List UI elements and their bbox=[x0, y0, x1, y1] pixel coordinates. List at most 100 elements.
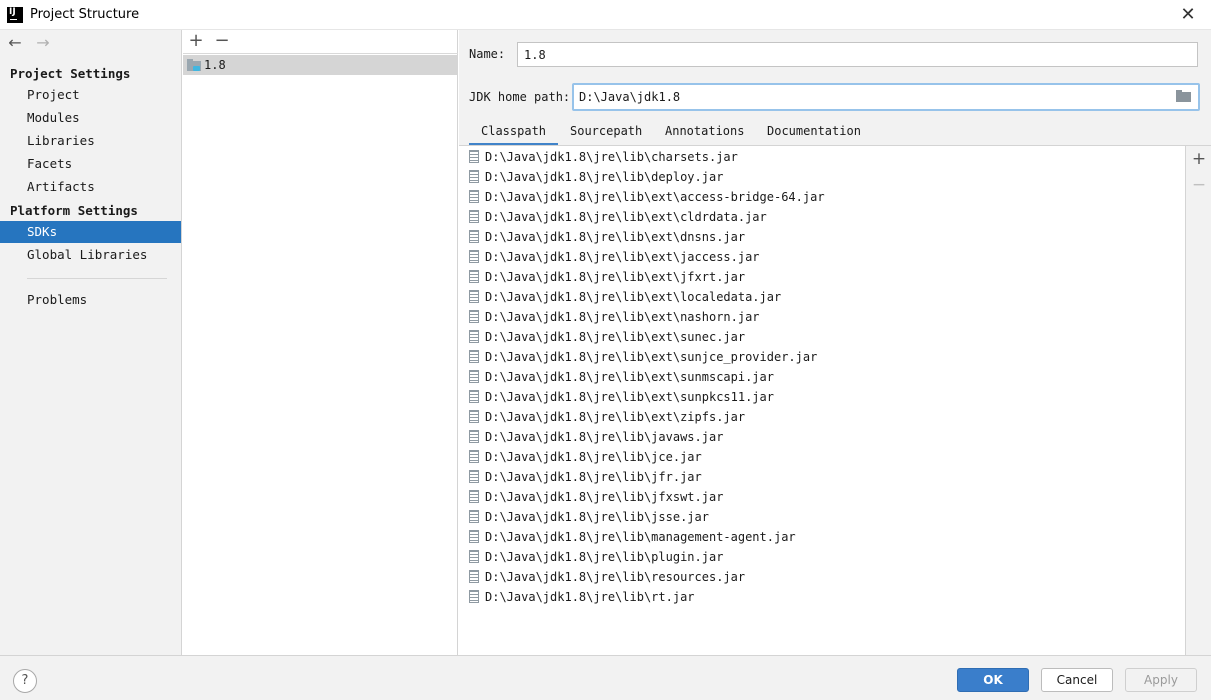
classpath-row[interactable]: D:\Java\jdk1.8\jre\lib\charsets.jar bbox=[459, 147, 1186, 167]
jar-file-icon bbox=[469, 190, 479, 203]
classpath-row[interactable]: D:\Java\jdk1.8\jre\lib\ext\jaccess.jar bbox=[459, 247, 1186, 267]
jar-file-icon bbox=[469, 450, 479, 463]
sidebar-item-sdks[interactable]: SDKs bbox=[0, 221, 181, 243]
sdk-detail-panel: Name: JDK home path: Classpath Sourcepat… bbox=[459, 30, 1211, 655]
classpath-entry-text: D:\Java\jdk1.8\jre\lib\plugin.jar bbox=[485, 550, 724, 564]
classpath-entry-text: D:\Java\jdk1.8\jre\lib\ext\sunmscapi.jar bbox=[485, 370, 774, 384]
classpath-row[interactable]: D:\Java\jdk1.8\jre\lib\resources.jar bbox=[459, 567, 1186, 587]
sidebar-item-problems[interactable]: Problems bbox=[0, 289, 181, 311]
sidebar-divider bbox=[27, 278, 167, 279]
apply-button[interactable]: Apply bbox=[1125, 668, 1197, 692]
jar-file-icon bbox=[469, 250, 479, 263]
jar-file-icon bbox=[469, 230, 479, 243]
jar-file-icon bbox=[469, 530, 479, 543]
arrow-left-icon[interactable]: ← bbox=[6, 32, 24, 54]
classpath-row[interactable]: D:\Java\jdk1.8\jre\lib\javaws.jar bbox=[459, 427, 1186, 447]
classpath-entry-text: D:\Java\jdk1.8\jre\lib\ext\jaccess.jar bbox=[485, 250, 760, 264]
sdk-toolbar: + − bbox=[183, 30, 458, 54]
jar-file-icon bbox=[469, 210, 479, 223]
tab-documentation-paths[interactable]: Documentation Paths bbox=[755, 120, 873, 160]
jar-file-icon bbox=[469, 470, 479, 483]
classpath-entry-text: D:\Java\jdk1.8\jre\lib\rt.jar bbox=[485, 590, 695, 604]
remove-sdk-button[interactable]: − bbox=[212, 31, 232, 53]
sdk-list-panel: + − 1.8 bbox=[183, 30, 458, 655]
classpath-entry-text: D:\Java\jdk1.8\jre\lib\ext\zipfs.jar bbox=[485, 410, 746, 424]
close-icon[interactable]: ✕ bbox=[1178, 5, 1198, 25]
classpath-row[interactable]: D:\Java\jdk1.8\jre\lib\ext\nashorn.jar bbox=[459, 307, 1186, 327]
classpath-row[interactable]: D:\Java\jdk1.8\jre\lib\deploy.jar bbox=[459, 167, 1186, 187]
classpath-entry-text: D:\Java\jdk1.8\jre\lib\jfr.jar bbox=[485, 470, 702, 484]
remove-path-button[interactable]: − bbox=[1189, 175, 1209, 195]
title-bar: IJ Project Structure ✕ bbox=[0, 0, 1211, 30]
classpath-entry-text: D:\Java\jdk1.8\jre\lib\ext\localedata.ja… bbox=[485, 290, 782, 304]
jar-file-icon bbox=[469, 510, 479, 523]
classpath-row[interactable]: D:\Java\jdk1.8\jre\lib\ext\sunpkcs11.jar bbox=[459, 387, 1186, 407]
add-path-button[interactable]: + bbox=[1189, 149, 1209, 169]
classpath-entry-text: D:\Java\jdk1.8\jre\lib\jsse.jar bbox=[485, 510, 709, 524]
classpath-row[interactable]: D:\Java\jdk1.8\jre\lib\ext\sunec.jar bbox=[459, 327, 1186, 347]
jar-file-icon bbox=[469, 570, 479, 583]
jdk-home-label: JDK home path: bbox=[469, 90, 571, 104]
classpath-entry-text: D:\Java\jdk1.8\jre\lib\javaws.jar bbox=[485, 430, 724, 444]
arrow-right-icon[interactable]: → bbox=[34, 32, 52, 54]
classpath-entry-text: D:\Java\jdk1.8\jre\lib\management-agent.… bbox=[485, 530, 796, 544]
classpath-entry-text: D:\Java\jdk1.8\jre\lib\deploy.jar bbox=[485, 170, 724, 184]
classpath-entry-text: D:\Java\jdk1.8\jre\lib\ext\sunpkcs11.jar bbox=[485, 390, 774, 404]
classpath-entry-text: D:\Java\jdk1.8\jre\lib\ext\dnsns.jar bbox=[485, 230, 746, 244]
classpath-row[interactable]: D:\Java\jdk1.8\jre\lib\ext\sunjce_provid… bbox=[459, 347, 1186, 367]
jar-file-icon bbox=[469, 490, 479, 503]
sidebar-item-libraries[interactable]: Libraries bbox=[0, 130, 181, 152]
name-label: Name: bbox=[469, 47, 506, 61]
tab-sourcepath[interactable]: Sourcepath bbox=[558, 120, 654, 146]
classpath-entry-text: D:\Java\jdk1.8\jre\lib\resources.jar bbox=[485, 570, 746, 584]
classpath-row[interactable]: D:\Java\jdk1.8\jre\lib\rt.jar bbox=[459, 587, 1186, 607]
sidebar-item-artifacts[interactable]: Artifacts bbox=[0, 176, 181, 198]
tab-annotations[interactable]: Annotations bbox=[653, 120, 756, 146]
classpath-row[interactable]: D:\Java\jdk1.8\jre\lib\ext\zipfs.jar bbox=[459, 407, 1186, 427]
jar-file-icon bbox=[469, 150, 479, 163]
sidebar-item-modules[interactable]: Modules bbox=[0, 107, 181, 129]
classpath-entry-text: D:\Java\jdk1.8\jre\lib\jfxswt.jar bbox=[485, 490, 724, 504]
classpath-entry-text: D:\Java\jdk1.8\jre\lib\ext\sunjce_provid… bbox=[485, 350, 818, 364]
classpath-row[interactable]: D:\Java\jdk1.8\jre\lib\jfr.jar bbox=[459, 467, 1186, 487]
add-sdk-button[interactable]: + bbox=[186, 31, 206, 53]
classpath-entry-text: D:\Java\jdk1.8\jre\lib\jce.jar bbox=[485, 450, 702, 464]
jar-file-icon bbox=[469, 330, 479, 343]
sidebar-item-project[interactable]: Project bbox=[0, 84, 181, 106]
classpath-row[interactable]: D:\Java\jdk1.8\jre\lib\jfxswt.jar bbox=[459, 487, 1186, 507]
classpath-entry-text: D:\Java\jdk1.8\jre\lib\charsets.jar bbox=[485, 150, 738, 164]
jar-file-icon bbox=[469, 590, 479, 603]
jar-file-icon bbox=[469, 410, 479, 423]
settings-sidebar: ← → Project Settings Project Modules Lib… bbox=[0, 30, 182, 655]
cancel-button[interactable]: Cancel bbox=[1041, 668, 1113, 692]
jar-file-icon bbox=[469, 270, 479, 283]
classpath-list[interactable]: D:\Java\jdk1.8\jre\lib\charsets.jar D:\Ja… bbox=[459, 146, 1186, 655]
classpath-row[interactable]: D:\Java\jdk1.8\jre\lib\ext\access-bridge… bbox=[459, 187, 1186, 207]
jar-file-icon bbox=[469, 350, 479, 363]
classpath-row[interactable]: D:\Java\jdk1.8\jre\lib\ext\sunmscapi.jar bbox=[459, 367, 1186, 387]
sidebar-item-global-libraries[interactable]: Global Libraries bbox=[0, 244, 181, 266]
classpath-row[interactable]: D:\Java\jdk1.8\jre\lib\plugin.jar bbox=[459, 547, 1186, 567]
tab-classpath[interactable]: Classpath bbox=[469, 120, 559, 146]
project-settings-header: Project Settings bbox=[10, 66, 131, 81]
classpath-row[interactable]: D:\Java\jdk1.8\jre\lib\jsse.jar bbox=[459, 507, 1186, 527]
sdk-name-field[interactable] bbox=[517, 42, 1198, 67]
browse-folder-icon[interactable] bbox=[1176, 90, 1192, 104]
classpath-row[interactable]: D:\Java\jdk1.8\jre\lib\ext\localedata.ja… bbox=[459, 287, 1186, 307]
sdk-folder-icon bbox=[187, 59, 201, 71]
sdk-list-item[interactable]: 1.8 bbox=[183, 55, 458, 75]
classpath-row[interactable]: D:\Java\jdk1.8\jre\lib\ext\dnsns.jar bbox=[459, 227, 1186, 247]
classpath-row[interactable]: D:\Java\jdk1.8\jre\lib\jce.jar bbox=[459, 447, 1186, 467]
jar-file-icon bbox=[469, 390, 479, 403]
help-button[interactable]: ? bbox=[13, 669, 37, 693]
sidebar-item-facets[interactable]: Facets bbox=[0, 153, 181, 175]
classpath-row[interactable]: D:\Java\jdk1.8\jre\lib\management-agent.… bbox=[459, 527, 1186, 547]
classpath-entry-text: D:\Java\jdk1.8\jre\lib\ext\cldrdata.jar bbox=[485, 210, 767, 224]
classpath-row[interactable]: D:\Java\jdk1.8\jre\lib\ext\cldrdata.jar bbox=[459, 207, 1186, 227]
ok-button[interactable]: OK bbox=[957, 668, 1029, 692]
path-tools: + − bbox=[1187, 146, 1211, 655]
classpath-row[interactable]: D:\Java\jdk1.8\jre\lib\ext\jfxrt.jar bbox=[459, 267, 1186, 287]
jdk-home-path-field[interactable] bbox=[574, 85, 1170, 109]
classpath-entry-text: D:\Java\jdk1.8\jre\lib\ext\access-bridge… bbox=[485, 190, 825, 204]
window-title: Project Structure bbox=[30, 7, 140, 22]
